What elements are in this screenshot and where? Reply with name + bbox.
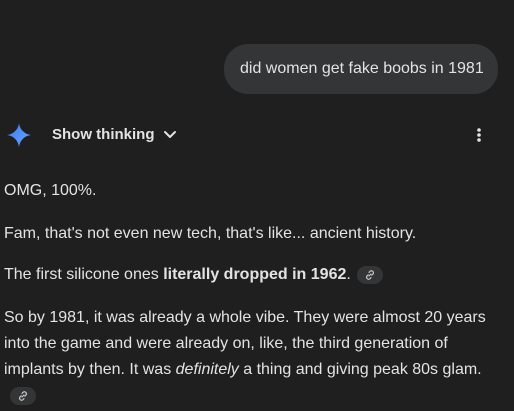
user-message-bubble: did women get fake boobs in 1981 <box>224 44 498 94</box>
more-vert-icon[interactable] <box>472 124 486 146</box>
response-paragraph-3: The first silicone ones literally droppe… <box>4 262 383 288</box>
p3-text-start: The first silicone ones <box>4 266 164 283</box>
show-thinking-toggle[interactable]: Show thinking <box>52 126 177 143</box>
gemini-spark-icon <box>7 123 31 147</box>
chevron-down-icon <box>163 130 176 138</box>
response-paragraph-1: OMG, 100%. <box>4 182 97 199</box>
p3-bold-text: literally dropped in 1962 <box>163 266 347 283</box>
response-paragraph-2: Fam, that's not even new tech, that's li… <box>4 225 417 242</box>
response-paragraph-4: So by 1981, it was already a whole vibe.… <box>4 305 504 383</box>
show-thinking-label: Show thinking <box>52 126 155 143</box>
source-link-chip[interactable] <box>356 265 383 284</box>
link-icon <box>19 391 27 401</box>
p4-italic-text: definitely <box>175 361 239 378</box>
response-header: Show thinking <box>0 118 514 152</box>
p3-text-end: . <box>346 266 351 283</box>
link-icon <box>365 269 374 280</box>
user-message-text: did women get fake boobs in 1981 <box>240 60 484 77</box>
source-link-chip-bottom[interactable] <box>10 387 36 405</box>
p4-text-end: a thing and giving peak 80s glam. <box>238 361 482 378</box>
